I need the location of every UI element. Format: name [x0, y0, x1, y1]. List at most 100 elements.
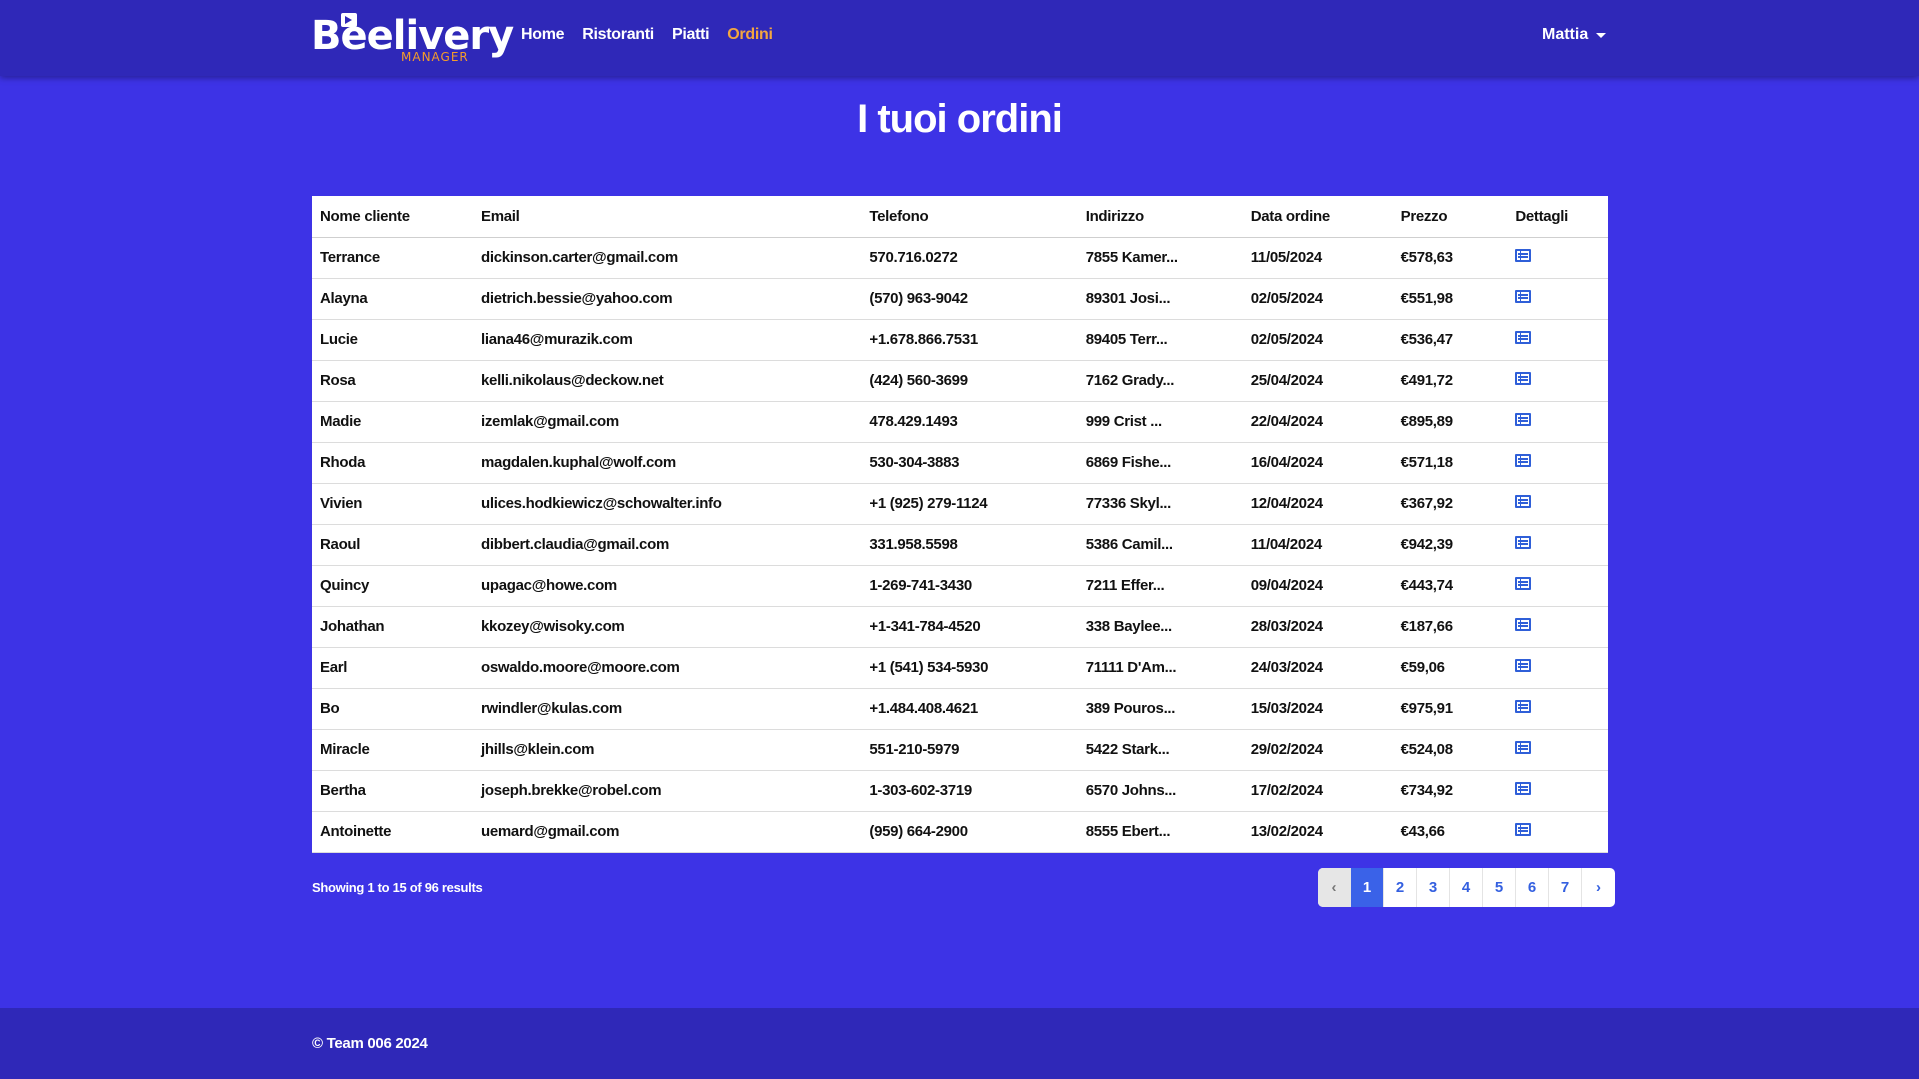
pagination-page-5[interactable]: 5: [1483, 868, 1516, 907]
cell-data-ordine: 29/02/2024: [1242, 729, 1393, 771]
cell-data-ordine: 22/04/2024: [1242, 401, 1393, 443]
cell-email: uemard@gmail.com: [472, 811, 862, 853]
cell-prezzo: €734,92: [1392, 770, 1508, 812]
list-icon[interactable]: [1515, 413, 1532, 426]
cell-telefono: (959) 664-2900: [861, 811, 1078, 853]
cell-dettagli: [1507, 401, 1608, 443]
cell-dettagli: [1507, 606, 1608, 648]
pagination-page-6[interactable]: 6: [1516, 868, 1549, 907]
cell-nome-cliente: Quincy: [312, 565, 473, 607]
cell-telefono: 331.958.5598: [861, 524, 1078, 566]
cell-email: upagac@howe.com: [472, 565, 862, 607]
list-icon[interactable]: [1515, 659, 1532, 672]
cell-telefono: +1 (541) 534-5930: [861, 647, 1078, 689]
column-header-nome-cliente: Nome cliente: [312, 196, 473, 238]
pagination-page-3[interactable]: 3: [1417, 868, 1450, 907]
list-icon[interactable]: [1515, 741, 1532, 754]
results-summary: Showing 1 to 15 of 96 results: [312, 880, 483, 895]
cell-indirizzo: 6570 Johns...: [1077, 770, 1243, 812]
list-icon[interactable]: [1515, 290, 1532, 303]
cell-telefono: +1 (925) 279-1124: [861, 483, 1078, 525]
column-header-email: Email: [472, 196, 862, 238]
scooter-icon: [341, 13, 357, 27]
caret-down-icon: [1596, 32, 1607, 38]
pagination-page-7[interactable]: 7: [1549, 868, 1582, 907]
table-row: Miracle jhills@klein.com 551-210-5979 5422 …: [312, 729, 1608, 771]
list-icon[interactable]: [1515, 536, 1532, 549]
list-icon[interactable]: [1515, 823, 1532, 836]
table-row: Antoinette uemard@gmail.com (959) 664-2900…: [312, 811, 1608, 853]
cell-email: dibbert.claudia@gmail.com: [472, 524, 862, 566]
list-icon[interactable]: [1515, 577, 1532, 590]
pagination-page-2[interactable]: 2: [1384, 868, 1417, 907]
user-menu-dropdown[interactable]: Mattia: [1542, 26, 1607, 44]
list-icon[interactable]: [1515, 782, 1532, 795]
table-row: Rhoda magdalen.kuphal@wolf.com 530-304-388…: [312, 442, 1608, 484]
cell-nome-cliente: Johathan: [312, 606, 473, 648]
pagination-next-button[interactable]: ›: [1582, 868, 1615, 907]
cell-nome-cliente: Antoinette: [312, 811, 473, 853]
list-icon[interactable]: [1515, 495, 1532, 508]
cell-indirizzo: 5386 Camil...: [1077, 524, 1243, 566]
column-header-data-ordine: Data ordine: [1242, 196, 1393, 238]
list-icon[interactable]: [1515, 249, 1532, 262]
cell-nome-cliente: Bo: [312, 688, 473, 730]
cell-dettagli: [1507, 278, 1608, 320]
main-nav: Home Ristoranti Piatti Ordini: [521, 26, 773, 44]
nav-link-ordini[interactable]: Ordini: [727, 26, 773, 44]
cell-nome-cliente: Alayna: [312, 278, 473, 320]
table-row: Bo rwindler@kulas.com +1.484.408.4621 389 P…: [312, 688, 1608, 730]
cell-email: izemlak@gmail.com: [472, 401, 862, 443]
cell-dettagli: [1507, 524, 1608, 566]
cell-dettagli: [1507, 360, 1608, 402]
pagination: ‹ 1 2 3 4 5 6 7 ›: [1318, 868, 1615, 907]
cell-nome-cliente: Miracle: [312, 729, 473, 771]
nav-link-ristoranti[interactable]: Ristoranti: [582, 26, 654, 44]
cell-data-ordine: 25/04/2024: [1242, 360, 1393, 402]
pagination-page-1[interactable]: 1: [1351, 868, 1384, 907]
brand-logo[interactable]: Beelivery MANAGER: [311, 10, 514, 66]
list-icon[interactable]: [1515, 454, 1532, 467]
table-row: Bertha joseph.brekke@robel.com 1-303-602-3…: [312, 770, 1608, 812]
cell-email: kkozey@wisoky.com: [472, 606, 862, 648]
list-icon[interactable]: [1515, 372, 1532, 385]
list-icon[interactable]: [1515, 700, 1532, 713]
cell-telefono: (570) 963-9042: [861, 278, 1078, 320]
orders-table: Nome cliente Email Telefono Indirizzo Da…: [312, 196, 1608, 853]
list-icon[interactable]: [1515, 331, 1532, 344]
cell-data-ordine: 12/04/2024: [1242, 483, 1393, 525]
cell-nome-cliente: Bertha: [312, 770, 473, 812]
pagination-page-4[interactable]: 4: [1450, 868, 1483, 907]
cell-telefono: 570.716.0272: [861, 237, 1078, 279]
cell-dettagli: [1507, 647, 1608, 689]
table-row: Vivien ulices.hodkiewicz@schowalter.info +…: [312, 483, 1608, 525]
table-row: Terrance dickinson.carter@gmail.com 570.71…: [312, 237, 1608, 279]
cell-nome-cliente: Lucie: [312, 319, 473, 361]
cell-email: dietrich.bessie@yahoo.com: [472, 278, 862, 320]
table-row: Rosa kelli.nikolaus@deckow.net (424) 560-3…: [312, 360, 1608, 402]
pagination-prev-button[interactable]: ‹: [1318, 868, 1351, 907]
cell-data-ordine: 28/03/2024: [1242, 606, 1393, 648]
cell-prezzo: €551,98: [1392, 278, 1508, 320]
cell-telefono: +1.678.866.7531: [861, 319, 1078, 361]
cell-nome-cliente: Raoul: [312, 524, 473, 566]
nav-link-home[interactable]: Home: [521, 26, 565, 44]
cell-prezzo: €578,63: [1392, 237, 1508, 279]
table-row: Madie izemlak@gmail.com 478.429.1493 999 Cr…: [312, 401, 1608, 443]
cell-prezzo: €43,66: [1392, 811, 1508, 853]
cell-nome-cliente: Earl: [312, 647, 473, 689]
cell-dettagli: [1507, 811, 1608, 853]
page-title: I tuoi ordini: [857, 97, 1063, 141]
column-header-indirizzo: Indirizzo: [1077, 196, 1243, 238]
cell-prezzo: €975,91: [1392, 688, 1508, 730]
table-row: Johathan kkozey@wisoky.com +1-341-784-4520…: [312, 606, 1608, 648]
orders-table-body: Terrance dickinson.carter@gmail.com 570.71…: [312, 237, 1608, 853]
cell-dettagli: [1507, 237, 1608, 279]
cell-dettagli: [1507, 319, 1608, 361]
list-icon[interactable]: [1515, 618, 1532, 631]
cell-data-ordine: 02/05/2024: [1242, 278, 1393, 320]
column-header-dettagli: Dettagli: [1507, 196, 1608, 238]
nav-link-piatti[interactable]: Piatti: [672, 26, 710, 44]
cell-indirizzo: 5422 Stark...: [1077, 729, 1243, 771]
navbar: Beelivery MANAGER Home Ristoranti Piatti…: [0, 0, 1919, 76]
